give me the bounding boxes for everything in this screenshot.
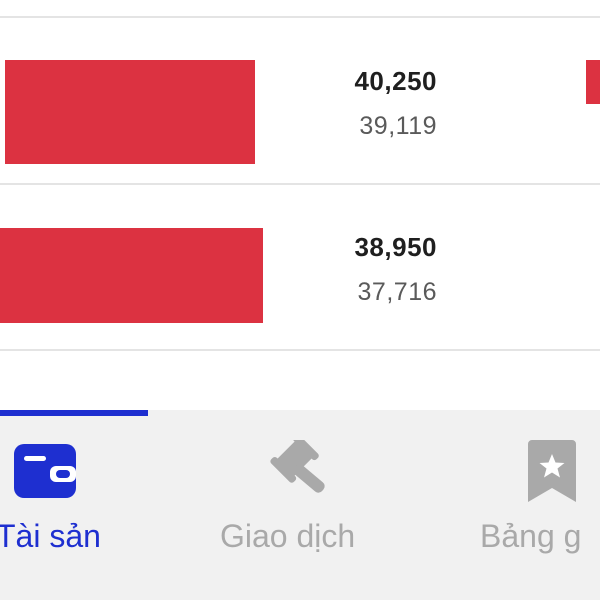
tab-bang-gia[interactable]: Bảng g [470, 410, 600, 600]
row-divider [0, 349, 600, 351]
price-value: 40,250 [354, 66, 437, 96]
bottom-navigation: Tài sản Giao dịch Bảng g [0, 410, 600, 600]
price-list: 40,250 39,119 38,950 37,716 [0, 0, 600, 410]
tab-label: Giao dịch [220, 518, 356, 554]
tab-label: Tài sản [0, 518, 101, 554]
tab-tai-san[interactable]: Tài sản [0, 410, 150, 600]
list-item[interactable]: 40,250 39,119 [0, 18, 600, 184]
list-item[interactable]: 38,950 37,716 [0, 185, 600, 350]
reference-value: 37,716 [357, 278, 437, 306]
volume-bar-partial [586, 60, 600, 104]
tab-label: Bảng g [480, 518, 582, 554]
reference-value: 39,119 [359, 112, 437, 140]
volume-bar [0, 228, 263, 323]
price-value: 38,950 [354, 232, 437, 262]
wallet-icon [14, 444, 76, 503]
volume-bar [5, 60, 255, 164]
gavel-icon [266, 434, 332, 507]
bookmark-star-icon [528, 440, 576, 507]
tab-giao-dich[interactable]: Giao dịch [200, 410, 400, 600]
